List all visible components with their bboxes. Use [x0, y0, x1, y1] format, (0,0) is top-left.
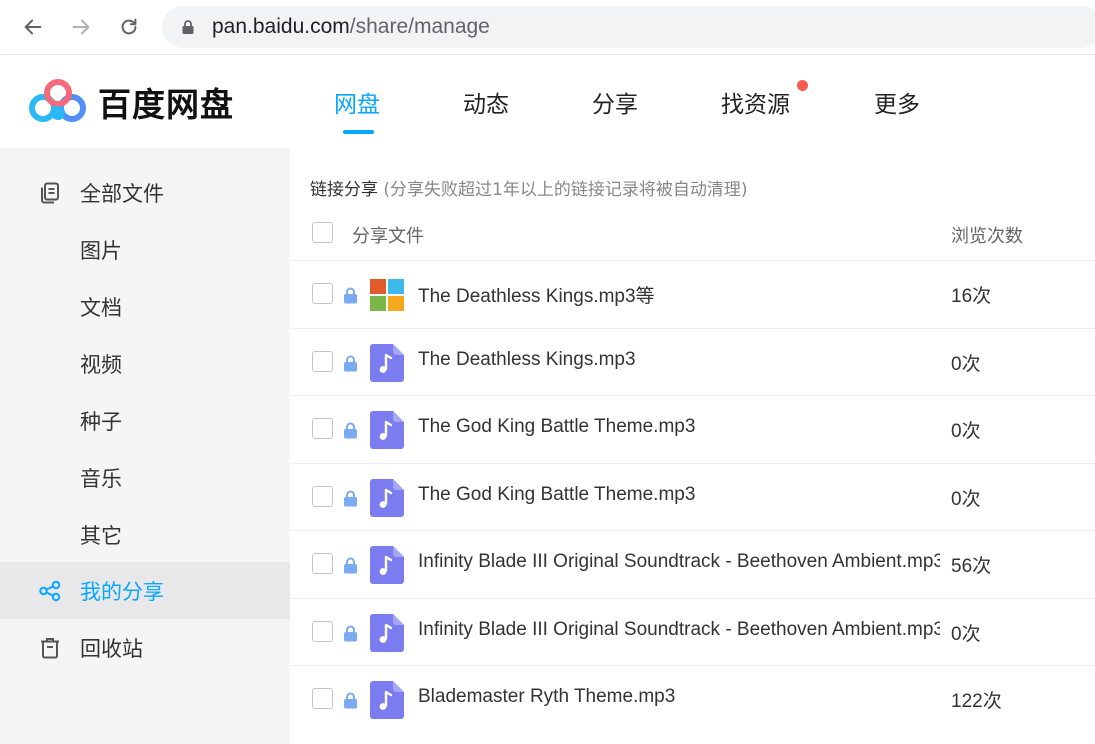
- all-files-icon: [41, 182, 59, 203]
- lock-icon: [344, 692, 357, 709]
- sidebar-item-label: 回收站: [80, 636, 143, 661]
- row-checkbox[interactable]: [312, 553, 333, 574]
- url-path: /share/manage: [349, 15, 490, 38]
- sidebar-item-label: 音乐: [80, 466, 122, 491]
- multi-file-icon: [370, 279, 404, 311]
- view-count: 122次: [951, 691, 1002, 712]
- brand-logo[interactable]: 百度网盘: [28, 77, 234, 127]
- sidebar-item-label: 图片: [80, 238, 122, 263]
- browser-toolbar: pan.baidu.com/share/manage: [0, 0, 1095, 55]
- notice-hint: (分享失败超过1年以上的链接记录将被自动清理): [383, 180, 748, 200]
- sidebar-item-images[interactable]: 图片: [0, 221, 290, 278]
- address-bar[interactable]: pan.baidu.com/share/manage: [162, 6, 1095, 48]
- view-count: 0次: [951, 488, 981, 510]
- music-file-icon: [370, 478, 404, 517]
- column-header-file[interactable]: 分享文件: [352, 222, 424, 248]
- sidebar-item-label: 种子: [80, 409, 122, 434]
- view-count: 56次: [951, 556, 992, 577]
- music-file-icon: [370, 613, 404, 652]
- baidu-netdisk-logo-icon: [29, 79, 86, 122]
- url-host: pan.baidu.com: [212, 15, 350, 38]
- trash-icon: [41, 637, 59, 658]
- music-file-icon: [370, 681, 404, 719]
- table-row[interactable]: The God King Battle Theme.mp3 0次: [290, 462, 1095, 531]
- row-checkbox[interactable]: [312, 688, 333, 709]
- tab-share[interactable]: 分享: [592, 85, 638, 119]
- sidebar-item-videos[interactable]: 视频: [0, 335, 290, 392]
- row-checkbox[interactable]: [312, 350, 333, 372]
- share-icon: [39, 580, 61, 601]
- share-notice: 链接分享 (分享失败超过1年以上的链接记录将被自动清理): [310, 175, 748, 200]
- file-name-link[interactable]: The God King Battle Theme.mp3: [418, 484, 940, 506]
- sidebar-item-my-shares[interactable]: 我的分享: [0, 562, 290, 619]
- file-name-link[interactable]: Infinity Blade III Original Soundtrack -…: [418, 619, 940, 641]
- row-checkbox[interactable]: [312, 418, 333, 439]
- back-button[interactable]: [18, 12, 48, 42]
- sidebar-item-label: 视频: [80, 352, 122, 377]
- view-count: 16次: [951, 286, 992, 307]
- brand-name: 百度网盘: [98, 85, 234, 124]
- lock-icon: [344, 490, 357, 506]
- share-list-panel: 链接分享 (分享失败超过1年以上的链接记录将被自动清理) 分享文件 浏览次数 T…: [290, 148, 1095, 744]
- file-name-link[interactable]: Infinity Blade III Original Soundtrack -…: [418, 551, 940, 573]
- reload-icon: [121, 18, 137, 35]
- arrow-left-icon: [24, 19, 42, 35]
- table-row[interactable]: Blademaster Ryth Theme.mp3 122次: [290, 665, 1095, 733]
- lock-icon: [344, 422, 357, 439]
- table-row[interactable]: Infinity Blade III Original Soundtrack -…: [290, 597, 1095, 666]
- view-count: 0次: [951, 353, 981, 375]
- sidebar-item-label: 其它: [80, 523, 122, 548]
- column-header-views[interactable]: 浏览次数: [951, 222, 1023, 248]
- music-file-icon: [370, 546, 404, 584]
- tab-more[interactable]: 更多: [874, 85, 920, 119]
- notice-title: 链接分享: [310, 180, 378, 200]
- select-all-checkbox[interactable]: [312, 222, 333, 243]
- sidebar-item-documents[interactable]: 文档: [0, 278, 290, 335]
- view-count: 0次: [951, 623, 981, 645]
- sidebar-item-music[interactable]: 音乐: [0, 449, 290, 506]
- lock-icon: [182, 20, 194, 34]
- active-tab-indicator: [343, 130, 374, 134]
- file-name-link[interactable]: The Deathless Kings.mp3等: [418, 281, 940, 308]
- sidebar-item-recycle-bin[interactable]: 回收站: [0, 619, 290, 676]
- file-name-link[interactable]: Blademaster Ryth Theme.mp3: [418, 686, 940, 708]
- row-checkbox[interactable]: [312, 283, 333, 304]
- tab-netdisk[interactable]: 网盘: [334, 85, 380, 119]
- sidebar-item-label: 全部文件: [80, 181, 164, 206]
- music-file-icon: [370, 411, 404, 449]
- sidebar: 全部文件 图片 文档 视频 种子 音乐 其它 我的分享 回收站: [0, 148, 290, 744]
- view-count: 0次: [951, 421, 981, 442]
- forward-button[interactable]: [66, 12, 96, 42]
- row-checkbox[interactable]: [312, 485, 333, 507]
- music-file-icon: [370, 343, 404, 382]
- table-row[interactable]: The Deathless Kings.mp3等 16次: [290, 260, 1095, 328]
- arrow-right-icon: [72, 19, 90, 35]
- notification-badge: [797, 80, 808, 91]
- file-name-link[interactable]: The God King Battle Theme.mp3: [418, 416, 940, 438]
- lock-icon: [344, 287, 357, 304]
- tab-find-resources[interactable]: 找资源: [721, 85, 790, 119]
- sidebar-item-label: 我的分享: [80, 579, 164, 604]
- sidebar-item-all-files[interactable]: 全部文件: [0, 164, 290, 221]
- url-text: pan.baidu.com/share/manage: [212, 15, 490, 39]
- tab-activity[interactable]: 动态: [463, 85, 509, 119]
- sidebar-item-other[interactable]: 其它: [0, 506, 290, 563]
- table-row[interactable]: Infinity Blade III Original Soundtrack -…: [290, 530, 1095, 598]
- table-row[interactable]: The God King Battle Theme.mp3 0次: [290, 395, 1095, 463]
- lock-icon: [344, 557, 357, 574]
- reload-button[interactable]: [114, 12, 144, 42]
- sidebar-item-torrents[interactable]: 种子: [0, 392, 290, 449]
- app-header: 百度网盘 网盘 动态 分享 找资源 更多: [0, 55, 1095, 148]
- row-checkbox[interactable]: [312, 620, 333, 642]
- file-name-link[interactable]: The Deathless Kings.mp3: [418, 349, 940, 371]
- lock-icon: [344, 625, 357, 641]
- table-row[interactable]: The Deathless Kings.mp3 0次: [290, 327, 1095, 396]
- lock-icon: [344, 355, 357, 371]
- sidebar-item-label: 文档: [80, 295, 122, 320]
